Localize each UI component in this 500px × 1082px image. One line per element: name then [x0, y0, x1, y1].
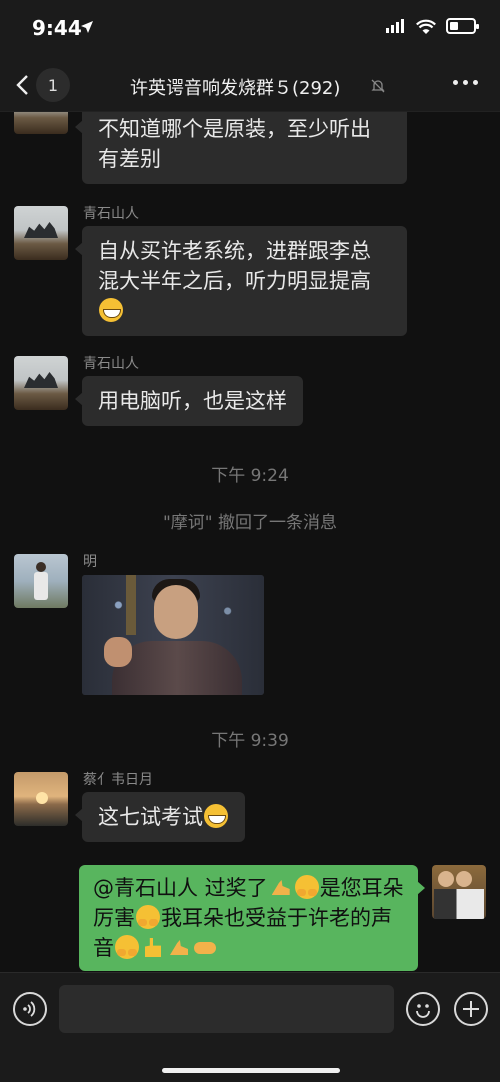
voice-button[interactable] — [13, 992, 47, 1026]
location-arrow-icon — [81, 21, 93, 33]
avatar[interactable] — [14, 554, 68, 608]
ellipsis-icon — [453, 80, 458, 85]
message-input[interactable] — [59, 985, 394, 1033]
sender-name: 蔡亻韦日月 — [83, 772, 153, 788]
back-button[interactable]: 1 — [14, 68, 70, 102]
message-text: 这七试考试 — [98, 805, 203, 829]
message-bubble[interactable]: 自从买许老系统，进群跟李总混大半年之后，听力明显提高 — [75, 226, 407, 336]
avatar[interactable] — [432, 865, 486, 919]
message-bubble[interactable]: 不知道哪个是原装，至少听出有差别 — [75, 112, 407, 184]
voice-icon — [23, 1001, 36, 1017]
message-image[interactable] — [82, 575, 264, 695]
time-stamp: 下午 9:39 — [211, 731, 289, 751]
hug-emoji-icon — [115, 935, 139, 959]
sender-name: 青石山人 — [83, 356, 139, 372]
message-text: @青石山人 过奖了 — [93, 876, 268, 900]
more-button[interactable] — [453, 80, 478, 85]
avatar[interactable] — [14, 772, 68, 826]
grin-emoji-icon — [204, 804, 228, 828]
unread-count-badge: 1 — [36, 68, 70, 102]
message-bubble-mine[interactable]: @青石山人 过奖了 是您耳朵厉害 我耳朵也受益于许老的声音 — [79, 865, 425, 971]
home-indicator — [162, 1068, 340, 1073]
hug-emoji-icon — [294, 875, 319, 899]
wifi-icon — [416, 19, 436, 34]
avatar[interactable] — [14, 112, 68, 134]
emoji-button[interactable] — [406, 992, 440, 1026]
thumbs-up-emoji-icon — [141, 935, 165, 959]
signal-icon — [386, 19, 404, 33]
avatar[interactable] — [14, 356, 68, 410]
smiley-icon — [416, 1004, 430, 1018]
bell-slash-icon — [371, 79, 385, 93]
battery-icon — [446, 18, 479, 34]
message-bubble[interactable]: 这七试考试 — [75, 792, 245, 842]
message-bubble[interactable]: 用电脑听，也是这样 — [75, 376, 303, 426]
plus-icon — [463, 1001, 479, 1017]
bow-emoji-icon — [269, 875, 293, 899]
chat-messages: 不知道哪个是原装，至少听出有差别 青石山人 自从买许老系统，进群跟李总混大半年之… — [0, 112, 500, 972]
chat-title: 许英谔音响发烧群５(292) — [130, 78, 341, 99]
chat-header: 1 许英谔音响发烧群５(292) — [0, 60, 500, 112]
chevron-left-icon — [16, 75, 28, 95]
input-bar — [0, 972, 500, 1082]
handshake-emoji-icon — [193, 935, 217, 959]
sender-name: 青石山人 — [83, 206, 139, 222]
status-bar: 9:44 — [0, 0, 500, 60]
sender-name: 明 — [83, 554, 97, 570]
time-stamp: 下午 9:24 — [211, 466, 289, 486]
status-time: 9:44 — [32, 16, 82, 40]
message-text: 不知道哪个是原装，至少听出有差别 — [98, 117, 371, 171]
plus-button[interactable] — [454, 992, 488, 1026]
avatar[interactable] — [14, 206, 68, 260]
hug-emoji-icon — [136, 905, 160, 929]
bow-emoji-icon — [167, 935, 191, 959]
status-icons — [386, 18, 479, 34]
message-text: 用电脑听，也是这样 — [98, 389, 287, 413]
grin-emoji-icon — [99, 298, 123, 322]
recall-notice: "摩诃" 撤回了一条消息 — [162, 513, 338, 533]
message-text: 自从买许老系统，进群跟李总混大半年之后，听力明显提高 — [98, 239, 371, 293]
